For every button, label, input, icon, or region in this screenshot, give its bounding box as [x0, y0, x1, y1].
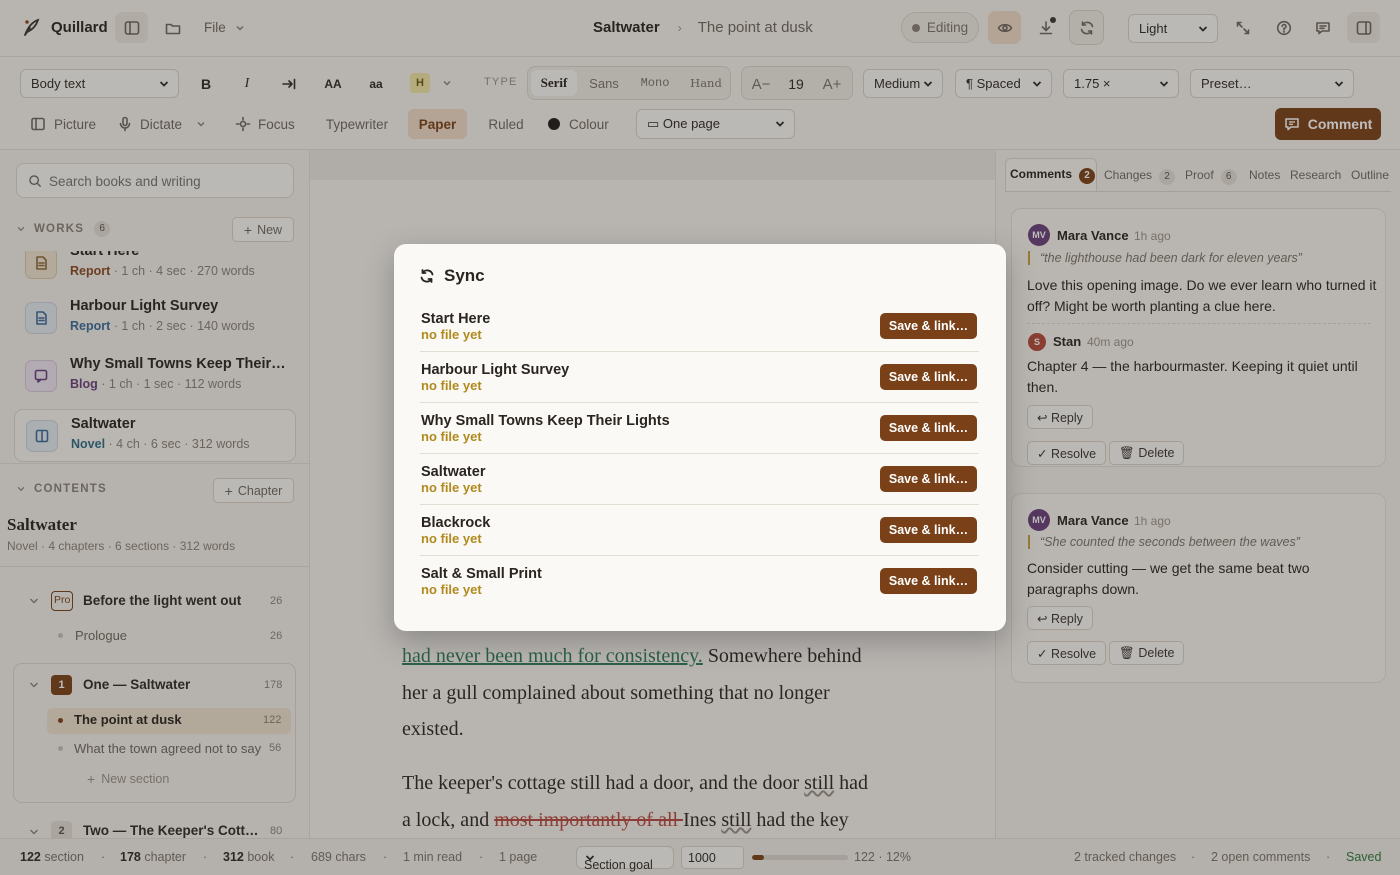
sync-row-status: no file yet: [421, 429, 482, 444]
sync-row-title: Why Small Towns Keep Their Lights: [421, 413, 670, 429]
sync-row-status: no file yet: [421, 378, 482, 393]
sync-row-status: no file yet: [421, 582, 482, 597]
sync-row: Blackrock no file yet Save & link…: [420, 505, 979, 556]
sync-row-title: Harbour Light Survey: [421, 362, 570, 378]
save-link-button[interactable]: Save & link…: [880, 364, 977, 390]
sync-row-title: Salt & Small Print: [421, 566, 542, 582]
save-link-button[interactable]: Save & link…: [880, 517, 977, 543]
sync-row-status: no file yet: [421, 327, 482, 342]
sync-row-title: Blackrock: [421, 515, 491, 531]
save-link-button[interactable]: Save & link…: [880, 313, 977, 339]
sync-row: Why Small Towns Keep Their Lights no fil…: [420, 403, 979, 454]
sync-row: Saltwater no file yet Save & link…: [420, 454, 979, 505]
sync-row-title: Start Here: [421, 311, 491, 327]
dialog-title: Sync: [444, 266, 485, 285]
sync-dialog: Sync Start Here no file yet Save & link……: [394, 244, 1006, 631]
save-link-button[interactable]: Save & link…: [880, 415, 977, 441]
sync-icon: [420, 269, 434, 283]
sync-row: Start Here no file yet Save & link…: [420, 301, 979, 352]
sync-row-title: Saltwater: [421, 464, 486, 480]
sync-row-status: no file yet: [421, 480, 482, 495]
sync-row-status: no file yet: [421, 531, 482, 546]
save-link-button[interactable]: Save & link…: [880, 466, 977, 492]
save-link-button[interactable]: Save & link…: [880, 568, 977, 594]
sync-row: Harbour Light Survey no file yet Save & …: [420, 352, 979, 403]
sync-row: Salt & Small Print no file yet Save & li…: [420, 556, 979, 607]
